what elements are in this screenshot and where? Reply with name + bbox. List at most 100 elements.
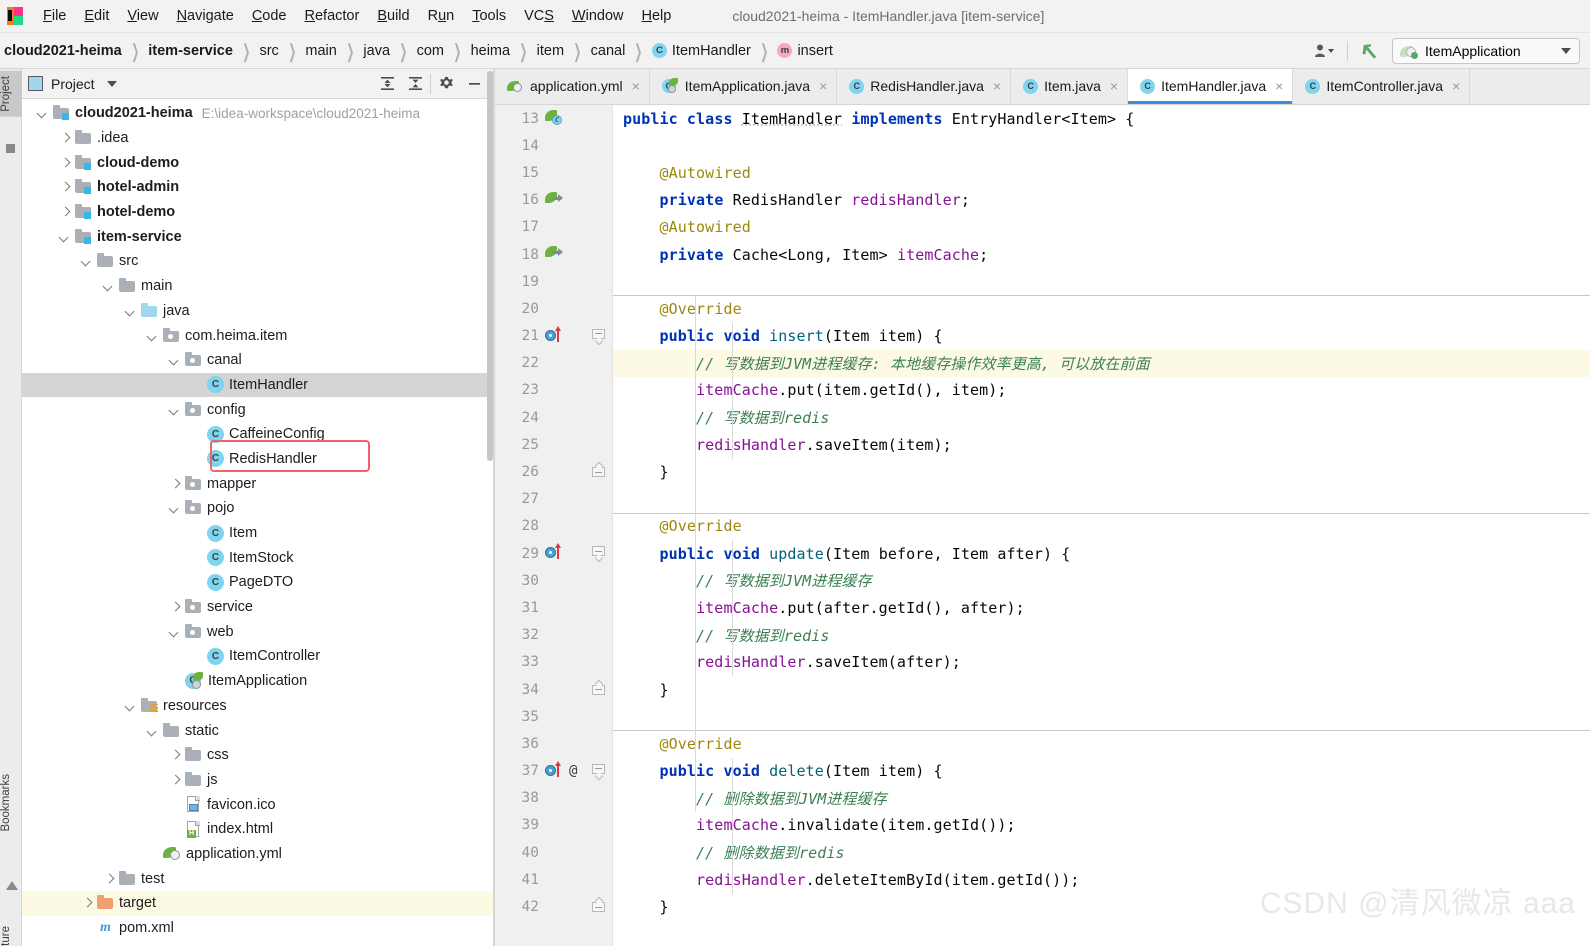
minimize-icon[interactable] (461, 72, 487, 96)
chevron-down-icon[interactable] (80, 254, 94, 268)
breadcrumb-item-cloud2021-heima[interactable]: cloud2021-heima (4, 43, 122, 59)
chevron-right-icon[interactable] (58, 156, 72, 170)
close-icon[interactable]: × (1110, 79, 1118, 93)
breadcrumb-item-com[interactable]: com (417, 43, 444, 59)
chevron-right-icon[interactable] (58, 180, 72, 194)
editor-tab-application-yml[interactable]: application.yml × (495, 69, 650, 104)
editor-tab-itemhandler-java[interactable]: C ItemHandler.java × (1128, 69, 1294, 104)
menu-help[interactable]: Help (632, 4, 680, 28)
vcs-update-icon[interactable] (1357, 39, 1383, 63)
menu-build[interactable]: Build (368, 4, 418, 28)
chevron-right-icon[interactable] (168, 600, 182, 614)
chevron-down-icon[interactable] (102, 279, 116, 293)
tree-node-static[interactable]: static (22, 718, 493, 743)
menu-tools[interactable]: Tools (463, 4, 515, 28)
tree-node-pagedto[interactable]: C PageDTO (22, 570, 493, 595)
breadcrumb-item-canal[interactable]: canal (591, 43, 626, 59)
sidebar-tab-project[interactable]: Project (0, 71, 22, 117)
breadcrumb-item-java[interactable]: java (363, 43, 390, 59)
tree-node-pojo[interactable]: pojo (22, 496, 493, 521)
editor-tab-item-java[interactable]: C Item.java × (1011, 69, 1129, 104)
chevron-down-icon[interactable] (106, 80, 117, 87)
tree-node-service[interactable]: service (22, 595, 493, 620)
breadcrumb-item-item-service[interactable]: item-service (148, 43, 233, 59)
code-editor[interactable]: 13 Cpublic class ItemHandler implements E… (495, 105, 1590, 946)
tree-node-target[interactable]: target (22, 891, 493, 916)
menu-file[interactable]: File (34, 4, 75, 28)
editor-tab-itemapplication-java[interactable]: C ItemApplication.java × (649, 69, 838, 104)
menu-window[interactable]: Window (563, 4, 633, 28)
breadcrumb-item-item[interactable]: item (537, 43, 564, 59)
breadcrumb-item-insert[interactable]: m insert (777, 43, 833, 59)
tree-node-java[interactable]: java (22, 299, 493, 324)
chevron-down-icon[interactable] (168, 625, 182, 639)
close-icon[interactable]: × (632, 79, 640, 93)
breadcrumb-item-heima[interactable]: heima (471, 43, 511, 59)
tree-node-index-html[interactable]: Hindex.html (22, 817, 493, 842)
tree-node-application-yml[interactable]: application.yml (22, 842, 493, 867)
gear-icon[interactable] (433, 72, 459, 96)
tree-node-cloud2021-heima[interactable]: cloud2021-heima E:\idea-workspace\cloud20… (22, 101, 493, 126)
menu-view[interactable]: View (118, 4, 167, 28)
code-fold-marker[interactable] (592, 546, 606, 563)
breadcrumb-item-itemhandler[interactable]: C ItemHandler (651, 43, 751, 59)
tree-node-hotel-demo[interactable]: hotel-demo (22, 200, 493, 225)
collapse-all-icon[interactable] (402, 72, 428, 96)
breadcrumb-item-src[interactable]: src (259, 43, 278, 59)
chevron-right-icon[interactable] (168, 748, 182, 762)
tree-node-item[interactable]: C Item (22, 521, 493, 546)
chevron-down-icon[interactable] (168, 403, 182, 417)
sidebar-tab-structure[interactable]: Structure (0, 921, 22, 946)
tree-node-com-heima-item[interactable]: com.heima.item (22, 323, 493, 348)
menu-refactor[interactable]: Refactor (296, 4, 369, 28)
chevron-down-icon[interactable] (124, 304, 138, 318)
tree-node-redishandler[interactable]: C RedisHandler (22, 447, 493, 472)
close-icon[interactable]: × (993, 79, 1001, 93)
expand-all-icon[interactable] (374, 72, 400, 96)
tree-node-css[interactable]: css (22, 743, 493, 768)
code-fold-marker[interactable] (592, 462, 606, 478)
tree-node-js[interactable]: js (22, 768, 493, 793)
project-tree[interactable]: cloud2021-heima E:\idea-workspace\cloud20… (22, 99, 493, 946)
chevron-down-icon[interactable] (168, 353, 182, 367)
tree-node--idea[interactable]: .idea (22, 126, 493, 151)
tree-node-caffeineconfig[interactable]: C CaffeineConfig (22, 422, 493, 447)
tree-node-hotel-admin[interactable]: hotel-admin (22, 175, 493, 200)
tree-node-itemstock[interactable]: C ItemStock (22, 545, 493, 570)
tree-node-mapper[interactable]: mapper (22, 471, 493, 496)
menu-run[interactable]: Run (419, 4, 464, 28)
close-icon[interactable]: × (819, 79, 827, 93)
menu-code[interactable]: Code (243, 4, 296, 28)
tree-node-web[interactable]: web (22, 619, 493, 644)
chevron-right-icon[interactable] (168, 773, 182, 787)
breadcrumb-item-main[interactable]: main (305, 43, 336, 59)
editor-tab-redishandler-java[interactable]: C RedisHandler.java × (837, 69, 1012, 104)
chevron-right-icon[interactable] (58, 205, 72, 219)
code-fold-marker[interactable] (592, 763, 606, 780)
tree-node-src[interactable]: src (22, 249, 493, 274)
tree-node-item-service[interactable]: item-service (22, 224, 493, 249)
chevron-down-icon[interactable] (36, 106, 50, 120)
chevron-down-icon[interactable] (58, 230, 72, 244)
tree-node-config[interactable]: config (22, 397, 493, 422)
tree-node-test[interactable]: test (22, 866, 493, 891)
tree-node-itemapplication[interactable]: CItemApplication (22, 669, 493, 694)
tree-node-pom-xml[interactable]: m pom.xml (22, 916, 493, 941)
tree-node-canal[interactable]: canal (22, 348, 493, 373)
annotation-gutter-icon[interactable]: @ (569, 763, 577, 779)
tree-node-cloud-demo[interactable]: cloud-demo (22, 150, 493, 175)
tree-node-resources[interactable]: resources (22, 694, 493, 719)
tree-node-itemcontroller[interactable]: C ItemController (22, 644, 493, 669)
chevron-right-icon[interactable] (58, 131, 72, 145)
run-configuration-selector[interactable]: ItemApplication (1392, 37, 1580, 64)
menu-edit[interactable]: Edit (75, 4, 118, 28)
code-fold-marker[interactable] (592, 328, 606, 345)
tree-node-itemhandler[interactable]: C ItemHandler (22, 372, 493, 398)
chevron-right-icon[interactable] (168, 477, 182, 491)
chevron-right-icon[interactable] (102, 872, 116, 886)
code-fold-marker[interactable] (592, 897, 606, 913)
editor-tab-itemcontroller-java[interactable]: C ItemController.java × (1293, 69, 1471, 104)
tree-node-favicon-ico[interactable]: favicon.ico (22, 792, 493, 817)
menu-vcs[interactable]: VCS (515, 4, 563, 28)
chevron-down-icon[interactable] (146, 329, 160, 343)
